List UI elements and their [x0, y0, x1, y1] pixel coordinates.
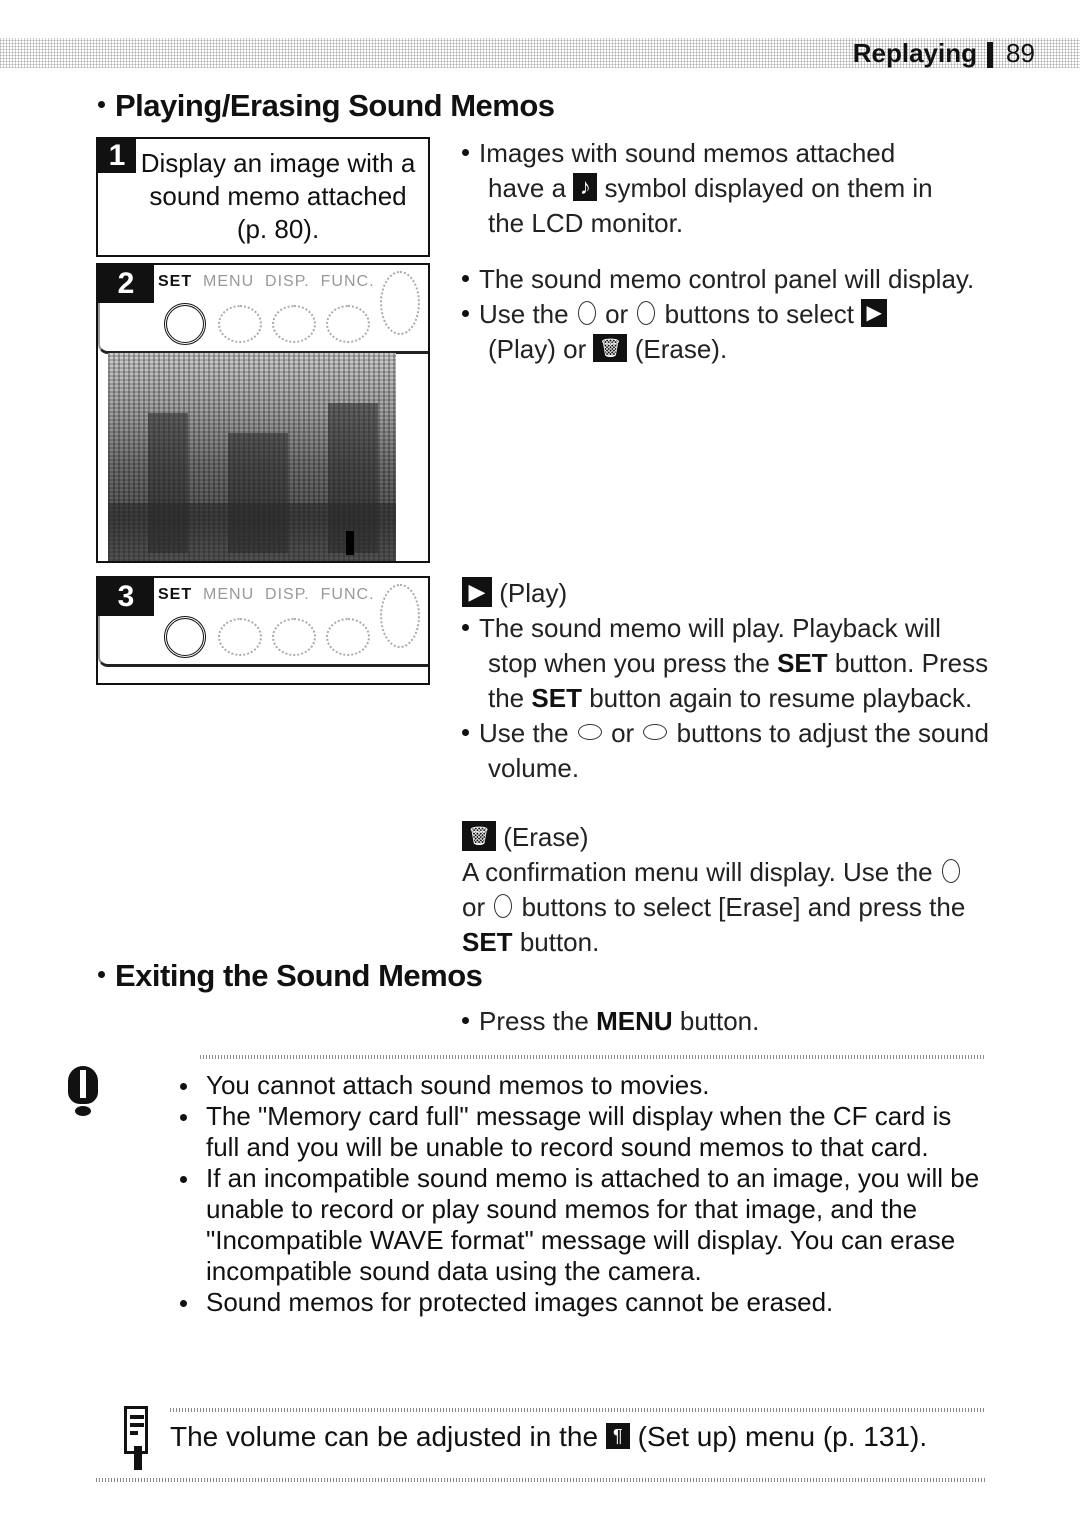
- memo-note-text: The volume can be adjusted in the ¶ (Set…: [170, 1420, 1000, 1454]
- note-line: Images with sound memos attached: [479, 138, 896, 168]
- menu-button-icon: [218, 618, 262, 656]
- panel-label-func: FUNC.: [320, 586, 375, 603]
- caution-list: You cannot attach sound memos to movies.…: [176, 1070, 986, 1318]
- note-text: Use the: [479, 299, 569, 329]
- erase-icon: 🗑: [593, 334, 628, 363]
- play-icon: ▶: [861, 299, 888, 328]
- bullet-icon: [462, 728, 469, 736]
- heading-text: Playing/Erasing Sound Memos: [115, 88, 555, 123]
- step-1-text: Display an image with a sound memo attac…: [140, 148, 416, 244]
- play-section: ▶ (Play) The sound memo will play. Playb…: [462, 576, 992, 786]
- note-text: button again to resume playback.: [589, 683, 973, 713]
- note-text: or: [605, 299, 629, 329]
- section-heading-exiting: Exiting the Sound Memos: [98, 958, 483, 994]
- down-button-icon: [577, 724, 602, 741]
- section-heading-playing-erasing: Playing/Erasing Sound Memos: [98, 88, 555, 124]
- erase-icon: 🗑: [462, 821, 496, 852]
- set-keyword: SET: [777, 648, 828, 678]
- panel-label-disp: DISP.: [265, 273, 310, 290]
- left-button-icon: [577, 301, 596, 326]
- dial-icon: [380, 271, 420, 335]
- note-text: button.: [519, 927, 600, 957]
- menu-keyword: MENU: [596, 1006, 673, 1036]
- menu-button-icon: [218, 305, 262, 343]
- note-text: (Set up) menu (p. 131).: [637, 1421, 928, 1452]
- panel-labels: SET MENU DISP. FUNC.: [158, 273, 375, 291]
- left-button-icon: [941, 859, 960, 884]
- note-text: (Play) or: [488, 334, 587, 364]
- note-text: Press the: [479, 1006, 589, 1036]
- step-3-box: SET MENU DISP. FUNC. 3: [96, 576, 430, 685]
- note-text: The volume can be adjusted in the: [170, 1421, 599, 1452]
- section-title: Replaying: [852, 38, 977, 68]
- panel-label-disp: DISP.: [265, 586, 310, 603]
- sound-memo-icon: ♪: [573, 173, 598, 202]
- panel-label-set: SET: [158, 273, 193, 290]
- caution-item: If an incompatible sound memo is attache…: [176, 1163, 986, 1287]
- step-2-box: SET MENU DISP. FUNC. 2: [96, 263, 430, 563]
- disp-button-icon: [272, 618, 316, 656]
- bullet-icon: [462, 309, 469, 317]
- set-button-icon: [164, 303, 206, 345]
- step-number-1: 1: [98, 139, 136, 173]
- step-1-box: 1 Display an image with a sound memo att…: [96, 137, 430, 257]
- heading-text: Exiting the Sound Memos: [115, 958, 483, 993]
- page-number: 89: [1006, 38, 1035, 68]
- play-heading: (Play): [499, 578, 568, 608]
- caution-item: You cannot attach sound memos to movies.: [176, 1070, 986, 1101]
- pencil-icon: [134, 1446, 142, 1470]
- caution-item: The "Memory card full" message will disp…: [176, 1101, 986, 1163]
- func-button-icon: [326, 618, 370, 656]
- erase-section: 🗑 (Erase) A confirmation menu will displ…: [462, 820, 992, 960]
- note-text: Use the: [479, 718, 569, 748]
- dial-icon: [380, 584, 420, 648]
- note-text: buttons to select [Erase] and press the: [521, 892, 966, 922]
- panel-label-func: FUNC.: [320, 273, 375, 290]
- note-text: The sound memo control panel will displa…: [479, 264, 975, 294]
- step-number-2: 2: [98, 265, 154, 303]
- step-2-note: The sound memo control panel will displa…: [462, 262, 982, 367]
- step-number-3: 3: [98, 578, 154, 616]
- note-line: the LCD monitor.: [488, 208, 684, 238]
- bottom-separator: [96, 1478, 985, 1482]
- note-text: buttons to select: [664, 299, 855, 329]
- note-text: have a: [488, 173, 567, 203]
- panel-label-menu: MENU: [203, 586, 255, 603]
- set-keyword: SET: [531, 683, 582, 713]
- step-1-note: Images with sound memos attached have a …: [462, 136, 1002, 241]
- right-button-icon: [494, 894, 513, 919]
- note-text: or: [611, 718, 635, 748]
- up-button-icon: [643, 724, 668, 741]
- note-text: A confirmation menu will display. Use th…: [462, 857, 933, 887]
- caution-separator: [200, 1055, 985, 1059]
- func-button-icon: [326, 305, 370, 343]
- set-button-icon: [164, 616, 206, 658]
- note-text: or: [462, 892, 486, 922]
- bullet-icon: [98, 971, 105, 979]
- bullet-icon: [462, 623, 469, 631]
- note-text: symbol displayed on them in: [604, 173, 933, 203]
- note-separator: [170, 1408, 985, 1412]
- lcd-indicator: [346, 531, 354, 555]
- setup-menu-icon: ¶: [605, 1422, 630, 1449]
- bullet-icon: [462, 148, 469, 156]
- bullet-icon: [98, 101, 105, 109]
- caution-icon: [68, 1066, 98, 1118]
- panel-labels: SET MENU DISP. FUNC.: [158, 586, 375, 604]
- panel-label-menu: MENU: [203, 273, 255, 290]
- erase-heading: (Erase): [503, 822, 589, 852]
- exit-instruction: Press the MENU button.: [462, 1004, 759, 1039]
- bullet-icon: [462, 1016, 469, 1024]
- disp-button-icon: [272, 305, 316, 343]
- note-text: button.: [679, 1006, 760, 1036]
- bullet-icon: [462, 274, 469, 282]
- set-keyword: SET: [462, 927, 513, 957]
- caution-item: Sound memos for protected images cannot …: [176, 1287, 986, 1318]
- header-divider: [987, 42, 993, 68]
- note-text: (Erase).: [634, 334, 728, 364]
- panel-label-set: SET: [158, 586, 193, 603]
- right-button-icon: [637, 301, 656, 326]
- lcd-photo: [108, 353, 396, 561]
- play-icon: ▶: [462, 577, 492, 608]
